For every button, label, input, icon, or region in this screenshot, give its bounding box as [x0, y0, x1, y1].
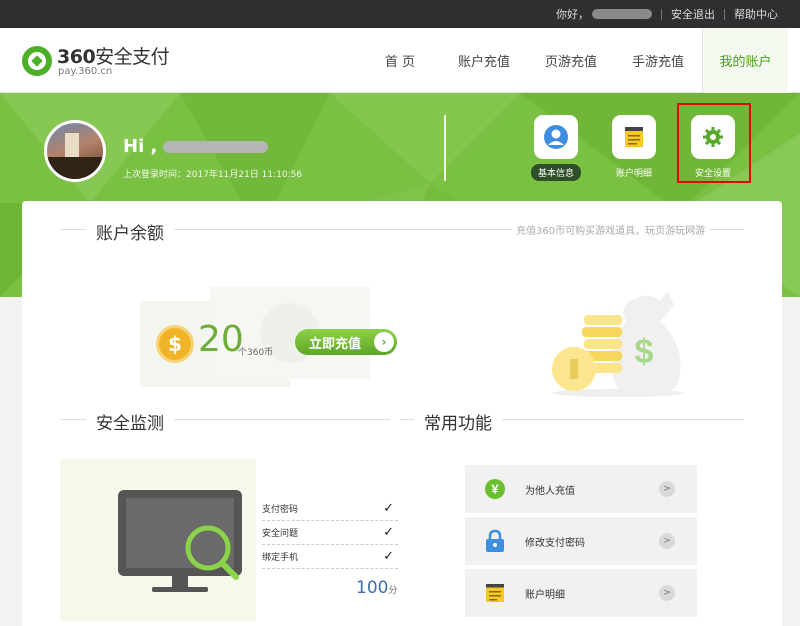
user-icon: [534, 115, 578, 159]
check-row-bind-phone: 绑定手机 ✓: [262, 545, 398, 569]
func-account-detail[interactable]: 账户明细 >: [465, 569, 697, 617]
balance-unit: 个360币: [238, 348, 274, 358]
nav-item-home[interactable]: 首 页: [360, 28, 440, 93]
arrow-right-icon: ›: [374, 332, 394, 352]
balance-tip: 充值360币可购买游戏道具，玩页游玩网游: [512, 222, 710, 237]
main-panel: 账户余额 充值360币可购买游戏道具，玩页游玩网游 $ 20 个360币 立即充…: [22, 201, 782, 626]
check-icon: ✓: [383, 549, 394, 564]
notepad-icon: [475, 582, 515, 604]
security-settings-highlight: [677, 103, 751, 183]
balance-title: 账户余额: [86, 219, 174, 244]
check-icon: ✓: [383, 525, 394, 540]
logo-icon[interactable]: [22, 46, 52, 76]
chevron-right-icon[interactable]: >: [659, 481, 675, 497]
notepad-icon: [612, 115, 656, 159]
check-row-security-question: 安全问题 ✓: [262, 521, 398, 545]
yen-icon: ¥: [475, 478, 515, 500]
recharge-now-button[interactable]: 立即充值 ›: [295, 329, 397, 355]
check-icon: ✓: [383, 501, 394, 516]
svg-text:$: $: [635, 333, 654, 371]
lock-icon: [475, 529, 515, 553]
nav-item-webgame[interactable]: 页游充值: [528, 28, 614, 93]
quick-basic-info[interactable]: 基本信息: [526, 115, 586, 181]
greeting-text: 你好，: [556, 8, 589, 21]
main-nav: 首 页 账户充值 页游充值 手游充值 我的账户: [360, 28, 788, 93]
logo-title[interactable]: 360安全支付: [57, 42, 170, 69]
balance-amount: 20: [198, 319, 244, 360]
security-check-list: 支付密码 ✓ 安全问题 ✓ 绑定手机 ✓: [262, 497, 398, 569]
site-header: 360安全支付 pay.360.cn 首 页 账户充值 页游充值 手游充值 我的…: [0, 28, 800, 93]
security-score: 100分: [356, 578, 398, 598]
nav-item-my-account[interactable]: 我的账户: [702, 28, 788, 93]
money-bag-illustration: $: [552, 291, 684, 397]
quick-account-detail-label: 账户明细: [615, 169, 652, 179]
username-redacted: [163, 140, 269, 153]
svg-text:¥: ¥: [491, 482, 499, 497]
last-login-time: 上次登录时间：2017年11月21日 11:10:56: [123, 170, 303, 180]
logout-link[interactable]: 安全退出: [671, 6, 715, 22]
chevron-right-icon[interactable]: >: [659, 533, 675, 549]
functions-title: 常用功能: [414, 409, 502, 434]
avatar[interactable]: [44, 120, 106, 182]
check-row-pay-password: 支付密码 ✓: [262, 497, 398, 521]
quick-account-detail[interactable]: 账户明细: [604, 115, 664, 181]
func-recharge-for-others[interactable]: ¥ 为他人充值 >: [465, 465, 697, 513]
security-title: 安全监测: [86, 409, 174, 434]
user-greeting: Hi ,: [123, 136, 269, 157]
func-change-pay-password[interactable]: 修改支付密码 >: [465, 517, 697, 565]
nav-item-mobilegame[interactable]: 手游充值: [614, 28, 702, 93]
logo-domain: pay.360.cn: [58, 66, 113, 77]
nav-item-recharge[interactable]: 账户充值: [440, 28, 528, 93]
quick-basic-info-label: 基本信息: [530, 164, 581, 181]
top-bar: 你好， 安全退出 帮助中心: [0, 0, 800, 28]
help-link[interactable]: 帮助中心: [734, 6, 778, 22]
monitor-icon: [60, 459, 256, 621]
coin-icon: $: [156, 325, 194, 363]
chevron-right-icon[interactable]: >: [659, 585, 675, 601]
username-redacted: [592, 9, 652, 19]
